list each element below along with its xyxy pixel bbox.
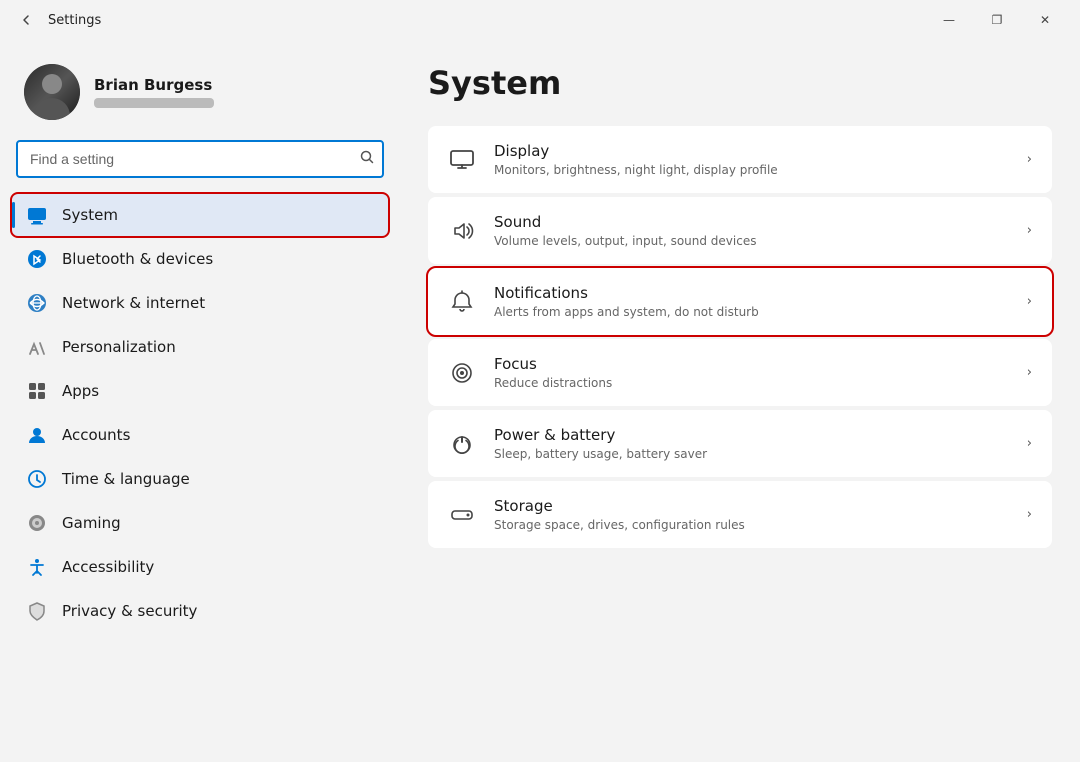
sidebar-item-privacy[interactable]: Privacy & security [12, 590, 388, 632]
settings-card-storage: Storage Storage space, drives, configura… [428, 481, 1052, 548]
sidebar-item-accessibility[interactable]: Accessibility [12, 546, 388, 588]
notifications-icon [448, 288, 476, 316]
privacy-icon [26, 600, 48, 622]
settings-card-display: Display Monitors, brightness, night ligh… [428, 126, 1052, 193]
settings-desc-power: Sleep, battery usage, battery saver [494, 447, 1009, 461]
avatar [24, 64, 80, 120]
sidebar-item-label-time: Time & language [62, 470, 190, 488]
settings-card-notifications: Notifications Alerts from apps and syste… [428, 268, 1052, 335]
settings-desc-storage: Storage space, drives, configuration rul… [494, 518, 1009, 532]
main-content: System Display Monitors, brightness, nig… [400, 40, 1080, 762]
settings-label-storage: Storage [494, 497, 1009, 515]
sidebar-item-label-gaming: Gaming [62, 514, 121, 532]
focus-icon [448, 359, 476, 387]
chevron-icon-display: › [1027, 152, 1032, 167]
settings-desc-focus: Reduce distractions [494, 376, 1009, 390]
sidebar-item-label-apps: Apps [62, 382, 99, 400]
sidebar-item-label-network: Network & internet [62, 294, 205, 312]
chevron-icon-sound: › [1027, 223, 1032, 238]
settings-item-notifications[interactable]: Notifications Alerts from apps and syste… [428, 268, 1052, 335]
chevron-icon-storage: › [1027, 507, 1032, 522]
sidebar-item-label-personalization: Personalization [62, 338, 176, 356]
app-body: Brian Burgess [0, 40, 1080, 762]
sidebar-item-system[interactable]: System [12, 194, 388, 236]
bluetooth-icon [26, 248, 48, 270]
settings-label-display: Display [494, 142, 1009, 160]
settings-desc-notifications: Alerts from apps and system, do not dist… [494, 305, 1009, 319]
search-input[interactable] [16, 140, 384, 178]
search-icon [360, 150, 374, 168]
chevron-icon-power: › [1027, 436, 1032, 451]
sidebar-item-label-privacy: Privacy & security [62, 602, 197, 620]
sidebar-item-gaming[interactable]: Gaming [12, 502, 388, 544]
storage-icon [448, 501, 476, 529]
sidebar-item-bluetooth[interactable]: Bluetooth & devices [12, 238, 388, 280]
user-name: Brian Burgess [94, 76, 214, 94]
system-icon [26, 204, 48, 226]
window-controls: — ❐ ✕ [926, 4, 1068, 36]
accounts-icon [26, 424, 48, 446]
settings-text-sound: Sound Volume levels, output, input, soun… [494, 213, 1009, 248]
sidebar: Brian Burgess [0, 40, 400, 762]
search-box [16, 140, 384, 178]
window-title: Settings [48, 13, 926, 28]
settings-label-notifications: Notifications [494, 284, 1009, 302]
settings-desc-sound: Volume levels, output, input, sound devi… [494, 234, 1009, 248]
chevron-icon-focus: › [1027, 365, 1032, 380]
settings-item-storage[interactable]: Storage Storage space, drives, configura… [428, 481, 1052, 548]
settings-item-focus[interactable]: Focus Reduce distractions › [428, 339, 1052, 406]
page-title: System [428, 64, 1052, 102]
settings-text-power: Power & battery Sleep, battery usage, ba… [494, 426, 1009, 461]
close-button[interactable]: ✕ [1022, 4, 1068, 36]
sidebar-item-label-accessibility: Accessibility [62, 558, 154, 576]
settings-card-focus: Focus Reduce distractions › [428, 339, 1052, 406]
maximize-button[interactable]: ❐ [974, 4, 1020, 36]
gaming-icon [26, 512, 48, 534]
user-profile: Brian Burgess [12, 56, 388, 140]
settings-text-focus: Focus Reduce distractions [494, 355, 1009, 390]
power-icon [448, 430, 476, 458]
sidebar-item-apps[interactable]: Apps [12, 370, 388, 412]
display-icon [448, 146, 476, 174]
sidebar-item-personalization[interactable]: Personalization [12, 326, 388, 368]
settings-label-power: Power & battery [494, 426, 1009, 444]
settings-desc-display: Monitors, brightness, night light, displ… [494, 163, 1009, 177]
settings-label-focus: Focus [494, 355, 1009, 373]
settings-label-sound: Sound [494, 213, 1009, 231]
settings-card-sound: Sound Volume levels, output, input, soun… [428, 197, 1052, 264]
sound-icon [448, 217, 476, 245]
settings-text-notifications: Notifications Alerts from apps and syste… [494, 284, 1009, 319]
minimize-button[interactable]: — [926, 4, 972, 36]
sidebar-item-label-bluetooth: Bluetooth & devices [62, 250, 213, 268]
settings-card-power: Power & battery Sleep, battery usage, ba… [428, 410, 1052, 477]
time-icon [26, 468, 48, 490]
accessibility-icon [26, 556, 48, 578]
apps-icon [26, 380, 48, 402]
chevron-icon-notifications: › [1027, 294, 1032, 309]
settings-item-sound[interactable]: Sound Volume levels, output, input, soun… [428, 197, 1052, 264]
titlebar: Settings — ❐ ✕ [0, 0, 1080, 40]
personalization-icon [26, 336, 48, 358]
settings-text-storage: Storage Storage space, drives, configura… [494, 497, 1009, 532]
user-info: Brian Burgess [94, 76, 214, 108]
sidebar-item-time[interactable]: Time & language [12, 458, 388, 500]
nav-menu: System Bluetooth & devices [12, 194, 388, 632]
network-icon [26, 292, 48, 314]
user-email [94, 98, 214, 108]
back-button[interactable] [12, 6, 40, 34]
sidebar-item-label-system: System [62, 206, 118, 224]
settings-text-display: Display Monitors, brightness, night ligh… [494, 142, 1009, 177]
avatar-image [24, 64, 80, 120]
settings-item-display[interactable]: Display Monitors, brightness, night ligh… [428, 126, 1052, 193]
sidebar-item-accounts[interactable]: Accounts [12, 414, 388, 456]
settings-item-power[interactable]: Power & battery Sleep, battery usage, ba… [428, 410, 1052, 477]
sidebar-item-network[interactable]: Network & internet [12, 282, 388, 324]
sidebar-item-label-accounts: Accounts [62, 426, 130, 444]
